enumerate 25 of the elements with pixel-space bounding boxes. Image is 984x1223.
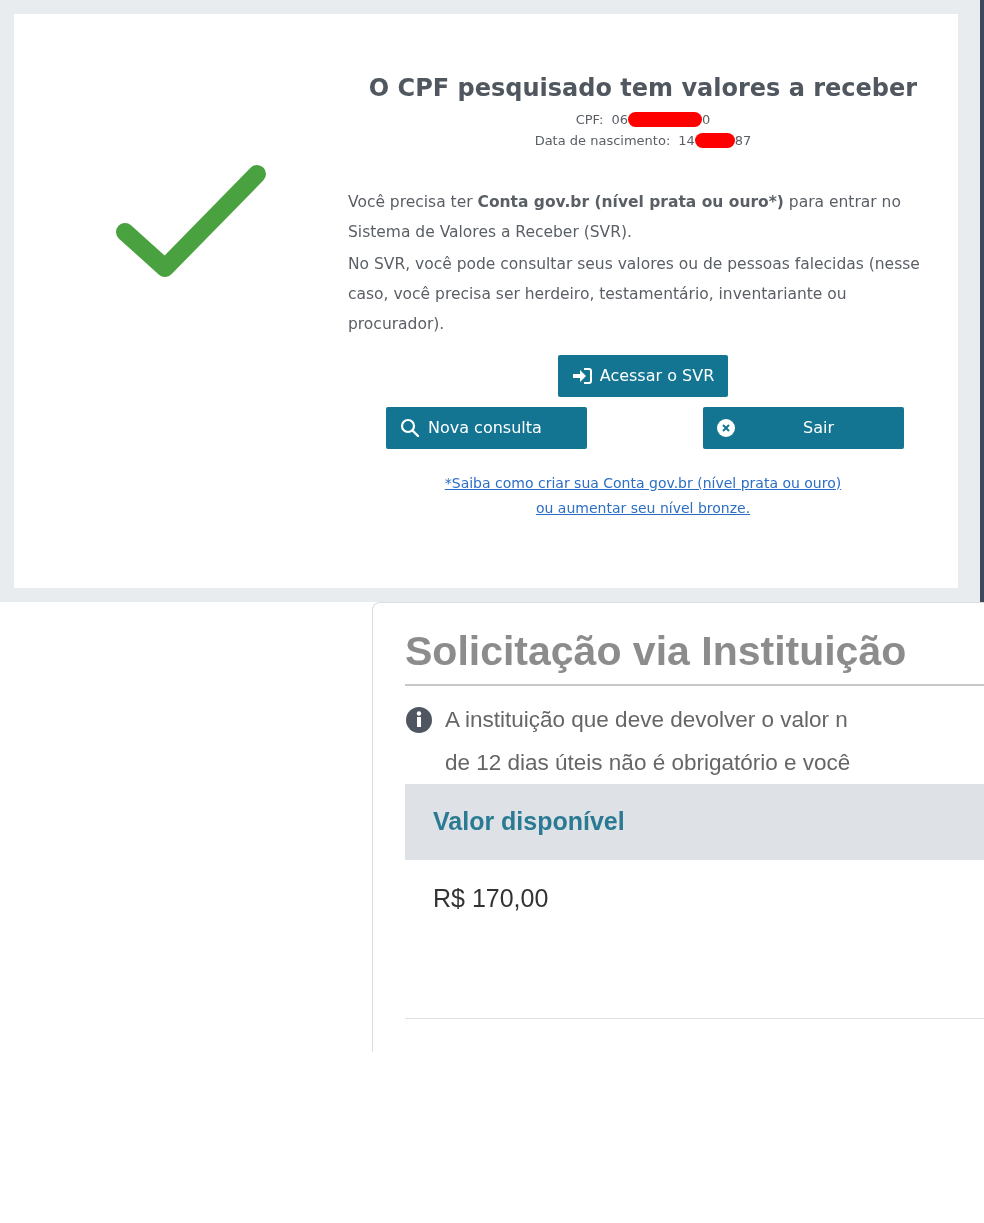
info-paragraph: Você precisa ter Conta gov.br (nível prata ou ouro*) para entrar no Sistema de Valores a Receber (SVR). bbox=[348, 191, 902, 243]
birth-date-value: 87 bbox=[734, 132, 752, 148]
page-title: O CPF pesquisado tem valores a receber bbox=[367, 74, 919, 103]
exit-button[interactable]: Sair bbox=[703, 406, 904, 449]
birth-date-value: 14 bbox=[678, 132, 695, 148]
table-cell: R$ 170,00 bbox=[433, 884, 549, 913]
login-icon bbox=[571, 367, 592, 384]
help-link[interactable]: *Saiba como criar sua Conta gov.br (nível prata ou ouro) bbox=[444, 474, 842, 491]
checkmark-icon bbox=[115, 164, 267, 280]
cpf-label: CPF: bbox=[575, 111, 604, 127]
redaction-mark bbox=[694, 132, 735, 148]
info-icon bbox=[405, 706, 433, 735]
close-icon bbox=[717, 418, 735, 437]
new-search-button[interactable]: Nova consulta bbox=[386, 406, 587, 449]
birth-date-label: Data de nascimento: bbox=[534, 132, 671, 148]
column-header: Valor disponível bbox=[405, 784, 984, 861]
info-text: de 12 dias úteis não é obrigatório e você bbox=[445, 749, 851, 778]
info-text: A instituição que deve devolver o valor n bbox=[445, 706, 849, 735]
cpf-value: 0 bbox=[702, 111, 711, 127]
help-link[interactable]: ou aumentar seu nível bronze. bbox=[535, 499, 751, 516]
info-paragraph: No SVR, você pode consultar seus valores ou de pessoas falecidas (nesse caso, você precisa ser herdeiro, testamentário, inventariante ou procurador). bbox=[348, 253, 921, 335]
cpf-value: 06 bbox=[611, 111, 628, 127]
search-icon bbox=[400, 417, 420, 438]
access-button[interactable]: Acessar o SVR bbox=[557, 354, 729, 397]
section-title: Solicitação via Instituição bbox=[405, 627, 984, 687]
